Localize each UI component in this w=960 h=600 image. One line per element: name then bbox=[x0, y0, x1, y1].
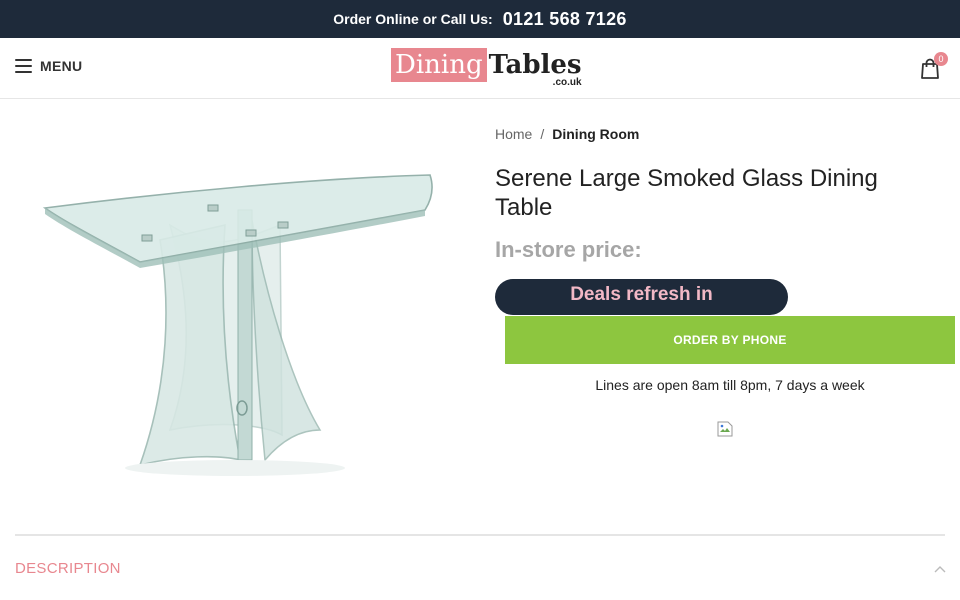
order-online-label: Order Online or Call Us: bbox=[333, 11, 493, 27]
site-header: MENU Dining Tables .co.uk 0 bbox=[0, 38, 960, 99]
top-announcement-bar: Order Online or Call Us: 0121 568 7126 bbox=[0, 0, 960, 38]
breadcrumb: Home / Dining Room bbox=[495, 126, 639, 142]
product-image[interactable] bbox=[20, 130, 460, 490]
logo-word-tables: Tables bbox=[488, 50, 582, 80]
menu-label: MENU bbox=[40, 58, 83, 74]
chevron-up-icon[interactable] bbox=[934, 565, 946, 573]
logo-domain-suffix: .co.uk bbox=[552, 77, 582, 88]
logo-word-dining: Dining bbox=[391, 48, 487, 82]
cart-button[interactable]: 0 bbox=[920, 52, 948, 80]
instore-price-label: In-store price: bbox=[495, 237, 642, 262]
cart-count-badge: 0 bbox=[934, 52, 948, 66]
breadcrumb-home-link[interactable]: Home bbox=[495, 126, 532, 142]
deals-refresh-banner: Deals refresh in bbox=[495, 279, 788, 315]
opening-hours-text: Lines are open 8am till 8pm, 7 days a we… bbox=[595, 377, 865, 393]
order-by-phone-button[interactable]: ORDER BY PHONE bbox=[505, 316, 955, 364]
breadcrumb-separator: / bbox=[540, 126, 545, 142]
site-logo[interactable]: Dining Tables .co.uk bbox=[391, 48, 582, 88]
glass-table-image bbox=[42, 174, 433, 476]
product-title: Serene Large Smoked Glass Dining Table bbox=[495, 165, 878, 221]
menu-button[interactable]: MENU bbox=[15, 58, 82, 74]
phone-number-link[interactable]: 0121 568 7126 bbox=[503, 9, 627, 30]
breadcrumb-category-link[interactable]: Dining Room bbox=[552, 126, 639, 142]
broken-image-icon bbox=[717, 421, 733, 437]
section-divider bbox=[15, 534, 945, 536]
hamburger-icon bbox=[15, 59, 32, 73]
tab-description[interactable]: DESCRIPTION bbox=[15, 560, 121, 577]
